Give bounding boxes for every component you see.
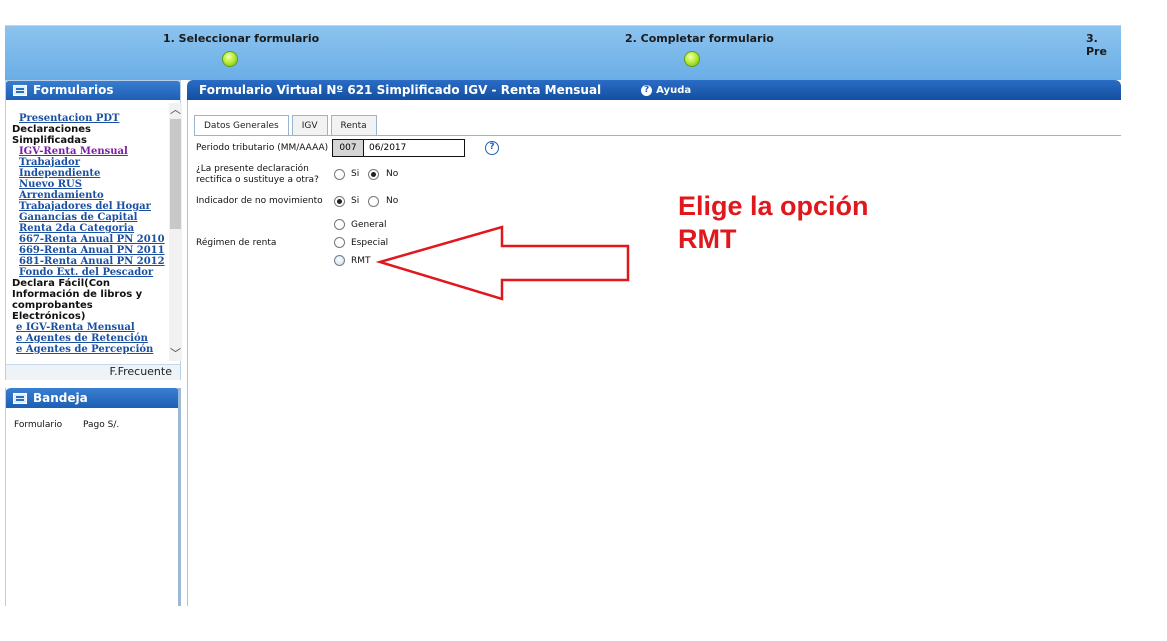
annotation-line-2: RMT [678,224,737,254]
tab-datos-generales[interactable]: Datos Generales [194,115,289,136]
arrow-shape [375,225,630,301]
wizard-bar: 1. Seleccionar formulario 2. Completar f… [5,25,1121,80]
forms-panel: Presentacion PDT Declaraciones Simplific… [5,80,182,380]
form-link-e-igv[interactable]: e IGV-Renta Mensual [12,322,168,333]
rectifica-si-label: Si [351,169,360,179]
form-tabs: Datos Generales IGV Renta [194,115,380,136]
group-declara-facil: Declara Fácil(Con Información de libros … [12,278,143,322]
help-link[interactable]: ? Ayuda [641,84,692,96]
no-movimiento-si-radio[interactable] [334,196,345,207]
tab-divider [194,135,1121,136]
rectifica-no-label: No [386,169,399,179]
regimen-rmt-label: RMT [351,256,371,266]
bandeja-columns: Formulario Pago S/. [14,420,137,430]
no-movimiento-label: Indicador de no movimiento [196,196,323,206]
annotation-text: Elige la opción RMT [678,190,869,256]
rectifica-label-line1: ¿La presente declaración [196,164,309,174]
wizard-step-2[interactable]: 2. Completar formulario [625,32,774,45]
form-link-renta-2da[interactable]: Renta 2da Categoria [12,223,168,234]
form-link-nuevo-rus[interactable]: Nuevo RUS [12,179,168,190]
form-link-669[interactable]: 669-Renta Anual PN 2011 [12,245,168,256]
form-link-trabajador[interactable]: Trabajador [12,157,168,168]
step-indicator-icon [222,51,238,67]
regimen-rmt-radio[interactable] [334,255,345,266]
bandeja-panel: Formulario Pago S/. [5,388,181,606]
tab-igv[interactable]: IGV [291,115,328,136]
regimen-general-radio[interactable] [334,219,345,230]
periodo-value: 06/2017 [369,143,407,153]
no-movimiento-no-label: No [386,196,399,206]
chevron-down-icon[interactable]: ﹀ [169,347,182,361]
page-title: Formulario Virtual Nº 621 Simplificado I… [199,83,602,97]
wizard-step-3[interactable]: 3. Pre [1086,32,1121,58]
form-link-e-retencion[interactable]: e Agentes de Retención [12,333,168,344]
rectifica-si-radio[interactable] [334,169,345,180]
app-window: 1. Seleccionar formulario 2. Completar f… [0,0,1167,641]
step-indicator-icon [684,51,700,67]
form-link-presentacion-pdt[interactable]: Presentacion PDT [12,113,168,124]
form-link-arrendamiento[interactable]: Arrendamiento [12,190,168,201]
tab-renta[interactable]: Renta [330,115,377,136]
regimen-especial-radio[interactable] [334,237,345,248]
bandeja-col-formulario: Formulario [14,420,63,430]
no-movimiento-no-radio[interactable] [368,196,379,207]
bandeja-col-pago: Pago S/. [82,420,120,430]
help-circle-icon[interactable]: ? [485,141,499,155]
form-link-681[interactable]: 681-Renta Anual PN 2012 [12,256,168,267]
no-movimiento-si-label: Si [351,196,360,206]
group-declaraciones-simplificadas: Declaraciones Simplificadas [12,124,91,146]
chevron-up-icon[interactable]: ︿ [169,103,182,117]
form-link-trabajadores-hogar[interactable]: Trabajadores del Hogar [12,201,168,212]
periodo-code: 007 [333,140,364,156]
regimen-label: Régimen de renta [196,238,277,248]
frecuente-button[interactable]: F.Frecuente [6,364,180,380]
form-body [187,100,1121,606]
form-link-independiente[interactable]: Independiente [12,168,168,179]
rectifica-no-radio[interactable] [368,169,379,180]
form-link-fondo-pescador[interactable]: Fondo Ext. del Pescador [12,267,168,278]
periodo-label: Periodo tributario (MM/AAAA) [196,143,329,153]
form-link-e-percepcion[interactable]: e Agentes de Percepción [12,344,168,355]
help-icon: ? [641,84,653,96]
form-link-667[interactable]: 667-Renta Anual PN 2010 [12,234,168,245]
rectifica-label-line2: rectifica o sustituye a otra? [196,175,319,185]
form-link-ganancias-capital[interactable]: Ganancias de Capital [12,212,168,223]
forms-scrollbar[interactable]: ︿ ﹀ [169,103,182,361]
forms-list: Presentacion PDT Declaraciones Simplific… [6,103,168,361]
scrollbar-thumb[interactable] [170,119,181,229]
periodo-field[interactable]: 007 06/2017 [332,139,465,157]
arrow-annotation-icon [375,225,630,301]
form-header: Formulario Virtual Nº 621 Simplificado I… [187,80,1121,100]
wizard-step-1[interactable]: 1. Seleccionar formulario [163,32,319,45]
form-link-igv-renta-mensual[interactable]: IGV-Renta Mensual [12,146,168,157]
annotation-line-1: Elige la opción [678,191,869,221]
help-label: Ayuda [656,84,692,96]
